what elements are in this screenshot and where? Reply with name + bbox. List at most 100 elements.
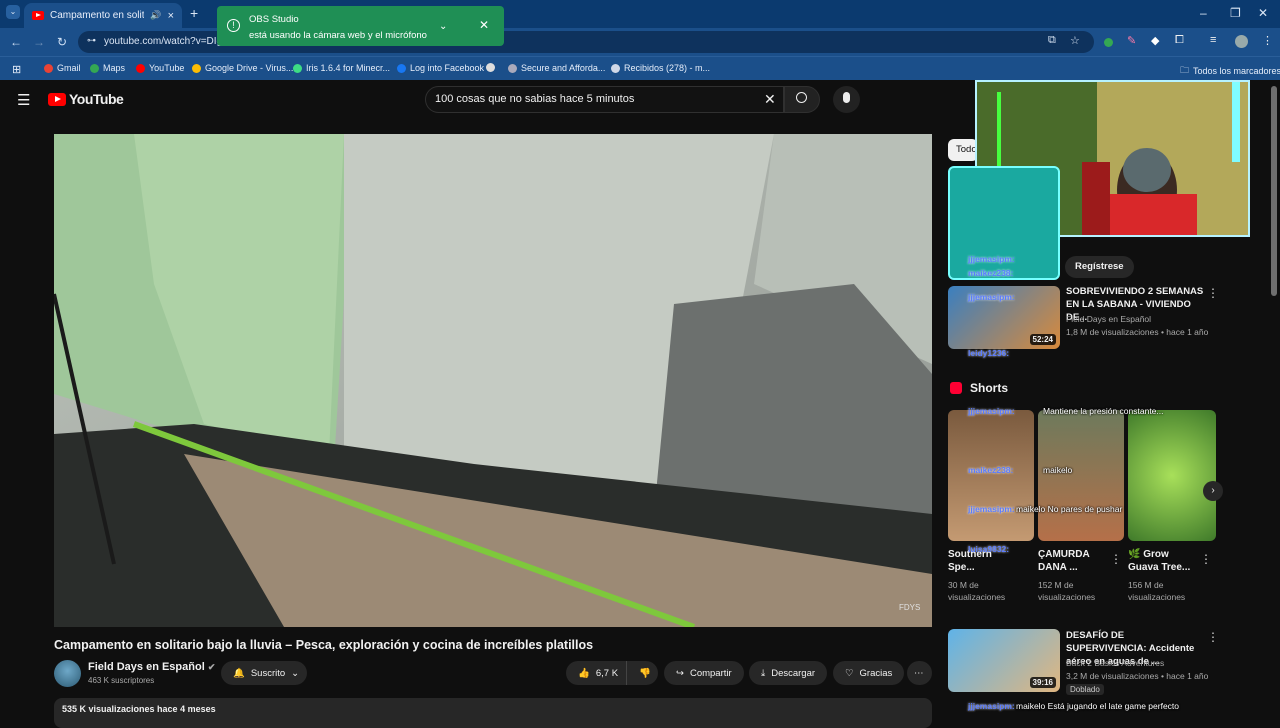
iris-icon (293, 63, 302, 73)
forward-icon[interactable]: → (33, 35, 45, 49)
more-vertical-icon[interactable]: ⋮ (1207, 286, 1219, 300)
bookmark-facebook[interactable]: Log into Facebook (397, 63, 484, 73)
apps-grid-icon[interactable]: ⊞ (12, 63, 21, 76)
chat-message: maikelo No pares de pushar (1016, 504, 1123, 514)
url-text: youtube.com/watch?v=DIg (104, 36, 223, 47)
tab-active-video[interactable]: Campamento en solitario b 🔊 × (24, 3, 182, 28)
bookmarks-bar: ⊞ Gmail Maps YouTube Google Drive - Viru… (0, 56, 1280, 80)
bookmark-label: Google Drive - Virus... (205, 63, 294, 73)
bookmark-secure[interactable]: Secure and Afforda... (508, 63, 605, 73)
site-info-icon[interactable]: ⊶ (87, 35, 96, 46)
browser-menu-icon[interactable]: ⋮ (1262, 34, 1273, 47)
video-player[interactable]: FDYS (54, 134, 932, 627)
more-vertical-icon[interactable]: ⋮ (1110, 552, 1122, 566)
youtube-logo[interactable]: YouTube (48, 91, 124, 107)
short-title[interactable]: 🌿 Grow Guava Tree... (1128, 548, 1200, 574)
verified-icon: ✔ (207, 662, 216, 672)
reading-list-icon[interactable]: ≡ (1210, 34, 1216, 46)
subscribed-button[interactable]: 🔔 Suscrito ⌄ (221, 661, 307, 685)
extensions-puzzle-icon[interactable]: ⧠ (1175, 34, 1184, 47)
maps-icon (90, 63, 99, 73)
maximize-icon[interactable]: ❐ (1230, 6, 1241, 20)
bookmark-youtube[interactable]: YouTube (136, 63, 184, 73)
new-tab-button[interactable]: + (190, 5, 198, 21)
bookmark-drive[interactable]: Google Drive - Virus... (192, 63, 293, 73)
recommendation-channel[interactable]: Field Days en Español (1066, 313, 1151, 326)
mail-icon (611, 63, 620, 73)
voice-search-button[interactable] (833, 86, 860, 113)
share-button[interactable]: ↪ Compartir (664, 661, 744, 685)
dislike-button[interactable]: 👎 (626, 661, 658, 685)
bookmark-all[interactable]: 🗀 Todos los marcadores (1180, 63, 1280, 79)
hamburger-menu-icon[interactable]: ☰ (17, 91, 30, 109)
shorts-icon (950, 382, 962, 394)
bookmark-gmail[interactable]: Gmail (44, 63, 81, 73)
chevron-down-icon[interactable]: ⌄ (439, 19, 447, 35)
chip-all[interactable]: Todo (948, 139, 978, 161)
tab-search-button[interactable]: ⌄ (6, 5, 20, 19)
minimize-icon[interactable]: – (1200, 6, 1207, 20)
more-vertical-icon[interactable]: ⋮ (1207, 630, 1219, 644)
address-toolbar: ← → ↻ ⊶ youtube.com/watch?v=DIg ⧉ ☆ ✎ ◆ … (0, 28, 1280, 56)
chat-username: leidy1236: (968, 348, 1010, 358)
short-thumbnail[interactable] (948, 410, 1034, 541)
browser-tab-strip: ⌄ Campamento en solitario b 🔊 × + – ❐ ✕ (0, 0, 1280, 28)
heart-dollar-icon: ♡ (845, 667, 854, 679)
register-button[interactable]: Regístrese (1065, 256, 1134, 278)
gmail-icon (44, 63, 53, 73)
cast-icon[interactable]: ⧉ (1048, 34, 1056, 47)
folder-icon: 🗀 (1180, 65, 1190, 75)
bookmark-label: Log into Facebook (410, 63, 485, 73)
page-scrollbar[interactable] (1271, 86, 1277, 296)
share-icon: ↪ (676, 667, 684, 679)
shorts-heading: Shorts (970, 381, 1009, 395)
channel-name[interactable]: Field Days en Español ✔ (88, 661, 215, 673)
youtube-favicon-icon (32, 11, 44, 20)
short-thumbnail[interactable] (1128, 410, 1216, 541)
chat-username: luisa9832: (968, 544, 1010, 554)
search-button[interactable] (784, 86, 820, 113)
extension-icon[interactable] (1104, 38, 1113, 47)
profile-avatar[interactable] (1235, 35, 1248, 48)
clear-search-icon[interactable]: ✕ (764, 91, 776, 108)
bookmark-star-icon[interactable]: ☆ (1070, 34, 1080, 47)
close-icon[interactable]: ✕ (479, 17, 489, 33)
thanks-button[interactable]: ♡ Gracias (833, 661, 905, 685)
channel-avatar[interactable] (54, 660, 81, 687)
bookmark-recibidos[interactable]: Recibidos (278) - m... (611, 63, 710, 73)
bookmark-maps[interactable]: Maps (90, 63, 125, 73)
short-thumbnail[interactable] (1038, 410, 1124, 541)
chat-username: jjjemasipm: (968, 504, 1015, 514)
chat-username: jjjemasipm: (968, 292, 1015, 302)
thumbs-down-icon: 👎 (639, 667, 651, 679)
back-icon[interactable]: ← (10, 35, 22, 49)
subscribed-label: Suscrito (250, 667, 286, 679)
search-input[interactable]: 100 cosas que no sabias hace 5 minutos ✕ (425, 86, 784, 113)
recommendation-channel[interactable]: Back 2 Basics Adventures (1066, 657, 1164, 670)
chat-message: maikelo (1043, 465, 1073, 475)
bookmark-label: Secure and Afforda... (521, 63, 606, 73)
bookmark-label: Iris 1.6.4 for Minecr... (306, 63, 391, 73)
extension-pen-icon[interactable]: ✎ (1127, 34, 1136, 47)
chat-username: jjjemasipm: (968, 406, 1015, 416)
channel-name-text: Field Days en Español (88, 661, 205, 673)
chat-message: Mantiene la presión constante... (1043, 406, 1164, 416)
short-title[interactable]: ÇAMURDA DANA ... (1038, 548, 1110, 574)
close-window-icon[interactable]: ✕ (1258, 6, 1268, 20)
bookmark-label: Todos los marcadores (1193, 66, 1280, 76)
more-actions-button[interactable]: ⋯ (907, 661, 932, 685)
video-duration: 39:16 (1029, 677, 1056, 688)
reload-icon[interactable]: ↻ (57, 35, 67, 49)
more-vertical-icon[interactable]: ⋮ (1200, 552, 1212, 566)
extension-diamond-icon[interactable]: ◆ (1151, 34, 1159, 47)
chevron-down-icon: ⌄ (291, 667, 300, 679)
download-button[interactable]: ⤓ Descargar (749, 661, 828, 685)
like-button[interactable]: 👍 6,7 K (566, 661, 626, 685)
bookmark-globe[interactable] (486, 63, 495, 72)
description-box[interactable]: 535 K visualizaciones hace 4 meses (54, 698, 932, 728)
recommendation-thumbnail[interactable]: 39:16 (948, 629, 1060, 692)
close-tab-icon[interactable]: × (168, 10, 174, 22)
bookmark-iris[interactable]: Iris 1.6.4 for Minecr... (293, 63, 390, 73)
search-icon (796, 92, 807, 103)
chevron-right-icon[interactable]: › (1203, 481, 1223, 501)
